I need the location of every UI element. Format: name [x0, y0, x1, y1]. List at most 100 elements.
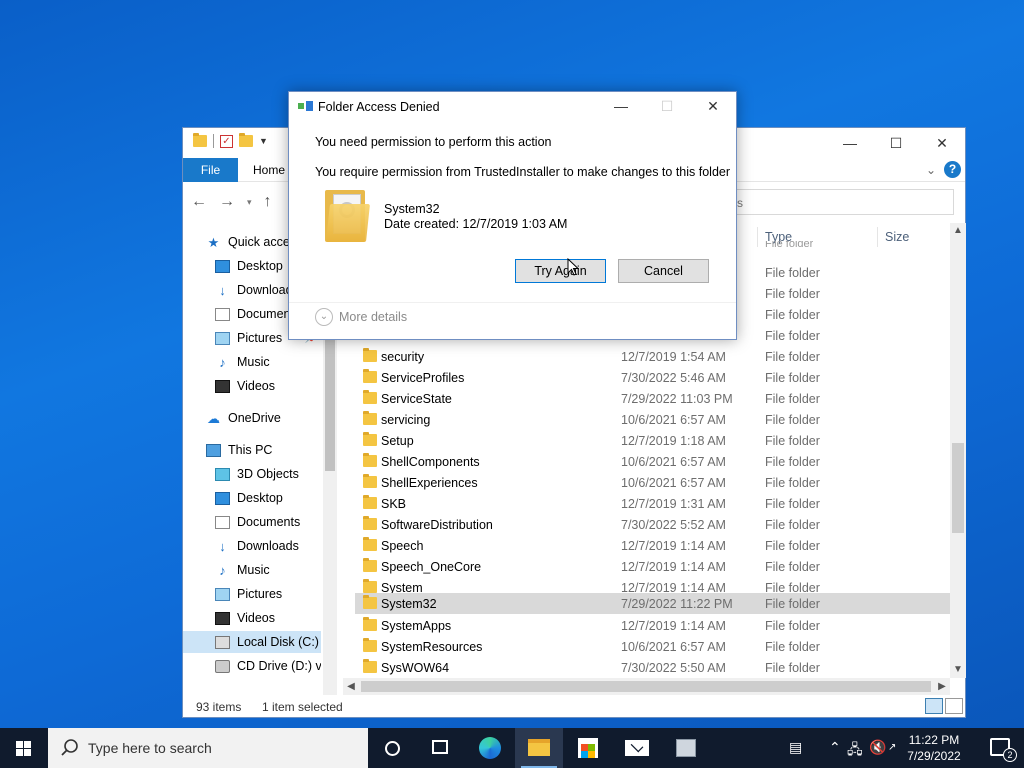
- table-row[interactable]: ShellComponents 10/6/2021 6:57 AM File f…: [355, 451, 950, 472]
- table-row[interactable]: SystemApps 12/7/2019 1:14 AM File folder: [355, 615, 950, 636]
- microsoft-store-icon: [578, 738, 598, 758]
- sidebar-item-music-pc[interactable]: ♪ Music: [183, 559, 321, 581]
- file-list-horizontal-scrollbar[interactable]: ◀ ▶: [343, 678, 950, 695]
- column-divider[interactable]: [877, 227, 878, 247]
- taskbar-search-box[interactable]: Type here to search: [48, 728, 368, 768]
- dialog-heading: You need permission to perform this acti…: [315, 135, 552, 149]
- documents-icon: [215, 307, 230, 321]
- music-icon: ♪: [219, 354, 226, 370]
- table-row[interactable]: SoftwareDistribution 7/30/2022 5:52 AM F…: [355, 514, 950, 535]
- horizontal-scrollbar-thumb[interactable]: [361, 681, 931, 692]
- back-arrow-icon[interactable]: ←: [191, 193, 207, 211]
- help-icon[interactable]: ?: [944, 161, 961, 178]
- sidebar-item-videos-pc[interactable]: Videos: [183, 607, 321, 629]
- dialog-minimize-button[interactable]: —: [598, 92, 644, 122]
- sidebar-item-onedrive[interactable]: ☁ OneDrive: [183, 407, 321, 429]
- column-header-size[interactable]: Size: [885, 227, 909, 247]
- properties-icon[interactable]: ✓: [220, 134, 233, 148]
- sidebar-scrollbar-thumb[interactable]: [325, 321, 335, 471]
- table-row[interactable]: SKB 12/7/2019 1:31 AM File folder: [355, 493, 950, 514]
- file-operation-icon: [298, 101, 314, 113]
- clock[interactable]: 11:22 PM 7/29/2022: [902, 732, 966, 764]
- recent-locations-chevron-icon[interactable]: ▾: [247, 193, 252, 211]
- sidebar-item-label: Downloads: [237, 539, 299, 553]
- table-row[interactable]: SystemResources 10/6/2021 6:57 AM File f…: [355, 636, 950, 657]
- windows-logo-icon: [16, 741, 32, 756]
- table-row[interactable]: ServiceProfiles 7/30/2022 5:46 AM File f…: [355, 367, 950, 388]
- new-folder-icon[interactable]: [239, 133, 253, 147]
- row-name: SysWOW64: [381, 661, 450, 675]
- up-arrow-icon[interactable]: ↑: [264, 193, 272, 211]
- tab-file[interactable]: File: [183, 158, 238, 182]
- sidebar-item-this-pc[interactable]: This PC: [183, 439, 321, 461]
- sidebar-item-downloads-pc[interactable]: ↓ Downloads: [183, 535, 321, 557]
- search-input[interactable]: s: [736, 189, 954, 215]
- mail-icon: [625, 740, 649, 756]
- file-explorer-taskbar-button[interactable]: [515, 728, 563, 768]
- large-icons-view-icon[interactable]: [945, 698, 963, 714]
- sidebar-item-music[interactable]: ♪ Music: [183, 351, 321, 373]
- row-type: File folder: [765, 392, 820, 406]
- folder-icon: [363, 617, 377, 631]
- sidebar-item-label: Videos: [237, 611, 275, 625]
- row-name: ShellComponents: [381, 455, 480, 469]
- folder-icon: [363, 390, 377, 404]
- volume-muted-icon[interactable]: 🔇: [869, 739, 886, 756]
- tab-home[interactable]: Home: [245, 158, 293, 182]
- dialog-close-button[interactable]: ✕: [690, 92, 736, 122]
- file-list-vertical-scrollbar[interactable]: ▲ ▼: [950, 223, 966, 678]
- sidebar-item-pictures-pc[interactable]: Pictures: [183, 583, 321, 605]
- scroll-right-arrow-icon[interactable]: ▶: [934, 678, 950, 695]
- sidebar-item-local-disk[interactable]: Local Disk (C:): [183, 631, 321, 653]
- store-taskbar-button[interactable]: [564, 728, 612, 768]
- cancel-button[interactable]: Cancel: [618, 259, 709, 283]
- sidebar-item-documents-pc[interactable]: Documents: [183, 511, 321, 533]
- sidebar-item-3d-objects[interactable]: 3D Objects: [183, 463, 321, 485]
- more-details-toggle[interactable]: ⌄ More details: [315, 308, 407, 326]
- try-again-button[interactable]: Try Again: [515, 259, 606, 283]
- start-button[interactable]: [0, 728, 48, 768]
- sidebar-item-videos[interactable]: Videos: [183, 375, 321, 397]
- edge-taskbar-button[interactable]: [466, 728, 514, 768]
- show-hidden-icons-chevron-icon[interactable]: ⌃: [829, 739, 841, 756]
- scroll-up-arrow-icon[interactable]: ▲: [950, 223, 966, 239]
- table-row[interactable]: Speech 12/7/2019 1:14 AM File folder: [355, 535, 950, 556]
- table-row[interactable]: ShellExperiences 10/6/2021 6:57 AM File …: [355, 472, 950, 493]
- vertical-scrollbar-thumb[interactable]: [952, 443, 964, 533]
- maximize-button[interactable]: ☐: [873, 128, 919, 158]
- customize-toolbar-chevron-icon[interactable]: ▼: [259, 136, 268, 146]
- forward-arrow-icon[interactable]: →: [219, 193, 235, 211]
- status-bar: 93 items 1 item selected: [183, 695, 965, 718]
- table-row-selected[interactable]: System32 7/29/2022 11:22 PM File folder: [355, 593, 950, 614]
- sidebar-item-cd-drive[interactable]: CD Drive (D:) virt: [183, 655, 321, 677]
- folder-icon: [363, 659, 377, 673]
- notification-center-icon[interactable]: 2: [990, 738, 1017, 762]
- row-date: 7/29/2022 11:03 PM: [621, 392, 733, 406]
- scroll-down-arrow-icon[interactable]: ▼: [950, 662, 966, 678]
- row-type: File folder: [765, 266, 820, 280]
- scroll-left-arrow-icon[interactable]: ◀: [343, 678, 359, 695]
- mail-taskbar-button[interactable]: [613, 728, 661, 768]
- sidebar-item-label: Documents: [237, 515, 301, 529]
- vm-tools-taskbar-button[interactable]: [662, 728, 710, 768]
- close-button[interactable]: ✕: [919, 128, 965, 158]
- input-indicator-icon[interactable]: ↗: [888, 742, 896, 753]
- table-row[interactable]: Speech_OneCore 12/7/2019 1:14 AM File fo…: [355, 556, 950, 577]
- details-view-icon[interactable]: [925, 698, 943, 714]
- news-widget-icon[interactable]: ▤: [789, 739, 802, 756]
- column-divider[interactable]: [757, 227, 758, 247]
- network-icon[interactable]: 🖧: [847, 739, 863, 763]
- expand-ribbon-chevron-icon[interactable]: ⌄: [926, 163, 936, 177]
- table-row[interactable]: ServiceState 7/29/2022 11:03 PM File fol…: [355, 388, 950, 409]
- cortana-button[interactable]: [368, 728, 416, 768]
- sidebar-item-desktop-pc[interactable]: Desktop: [183, 487, 321, 509]
- minimize-button[interactable]: —: [827, 128, 873, 158]
- table-row[interactable]: Setup 12/7/2019 1:18 AM File folder: [355, 430, 950, 451]
- sidebar-item-label: Desktop: [237, 491, 283, 505]
- row-type: File folder: [765, 329, 820, 343]
- table-row[interactable]: SysWOW64 7/30/2022 5:50 AM File folder: [355, 657, 950, 678]
- task-view-button[interactable]: [416, 728, 464, 768]
- table-row[interactable]: servicing 10/6/2021 6:57 AM File folder: [355, 409, 950, 430]
- row-date: 7/30/2022 5:52 AM: [621, 518, 726, 532]
- table-row[interactable]: security 12/7/2019 1:54 AM File folder: [355, 346, 950, 367]
